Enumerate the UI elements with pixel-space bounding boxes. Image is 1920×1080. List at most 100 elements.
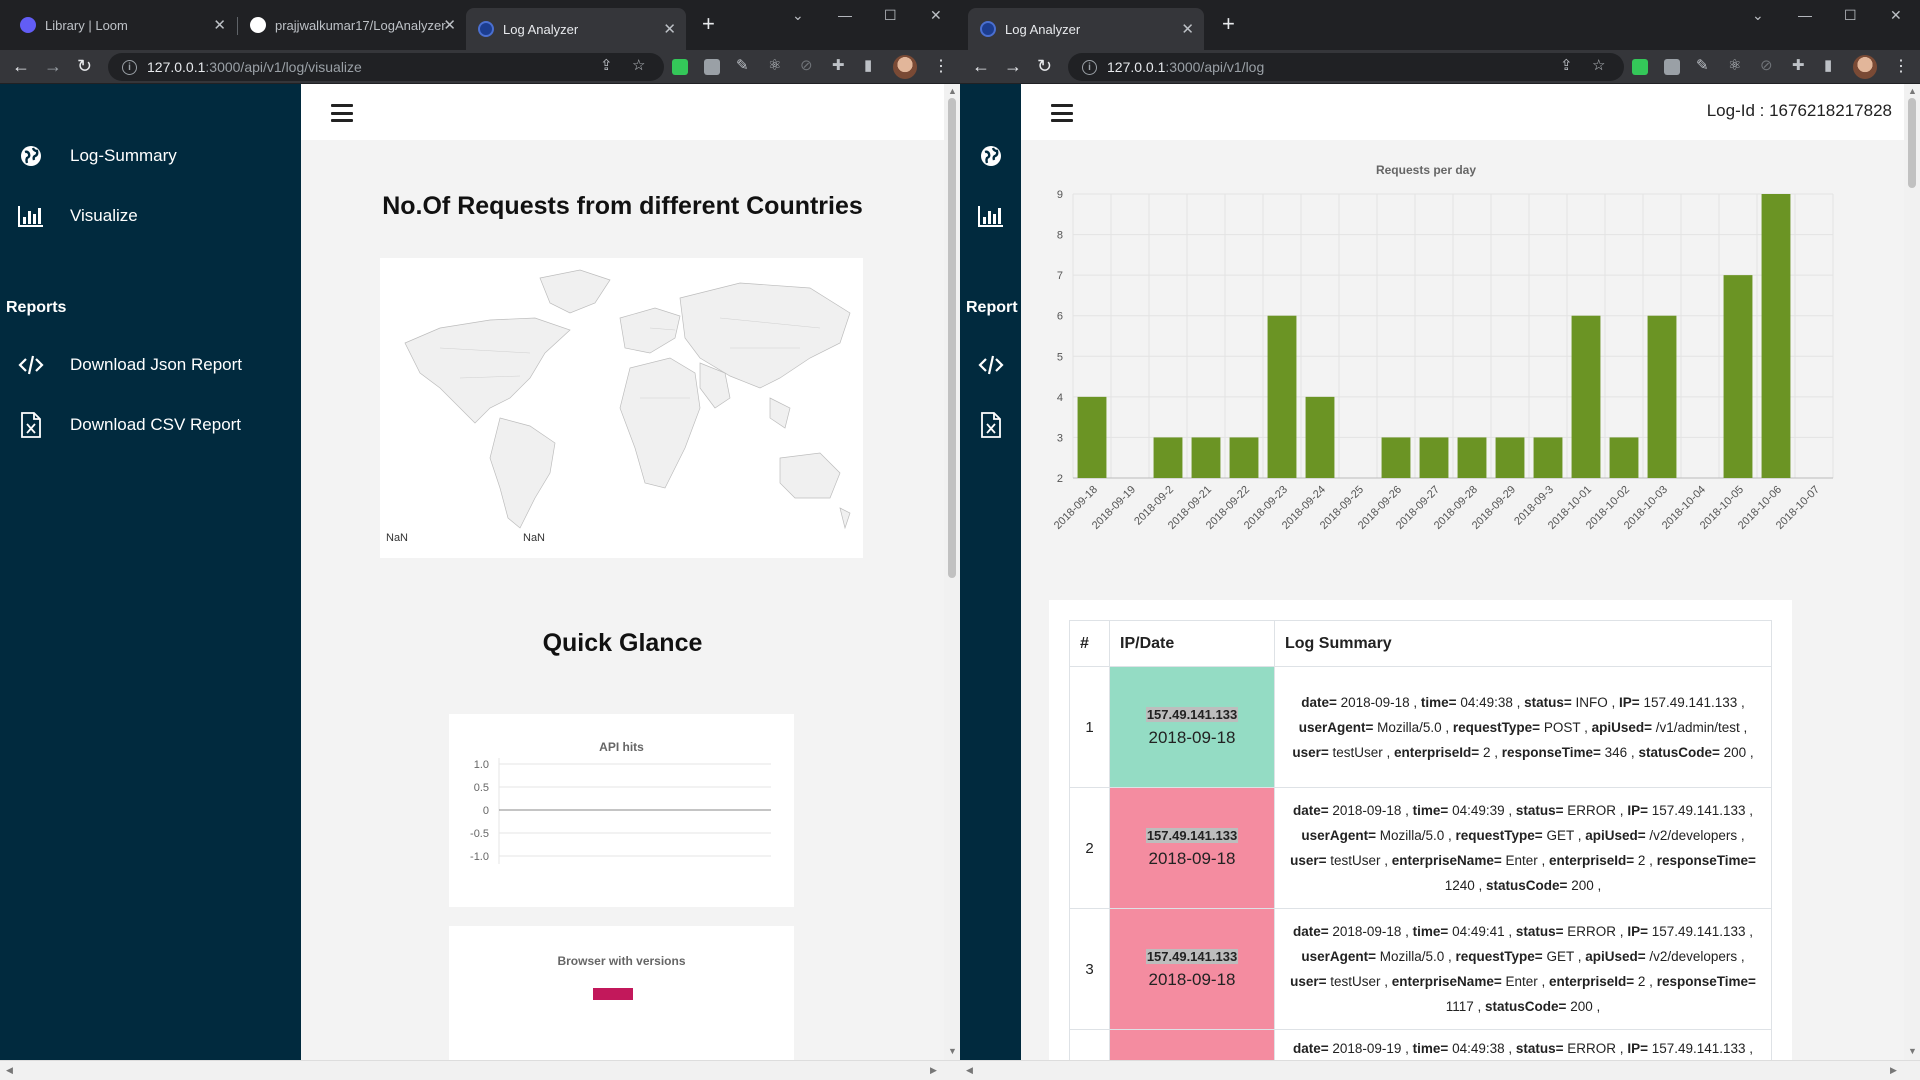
field-value: 157.49.141.133 , [1647,1041,1754,1056]
close-tab-icon[interactable]: ✕ [443,16,456,34]
extensions-puzzle-icon[interactable]: ✚ [1792,56,1805,74]
close-window-icon[interactable]: ✕ [1890,7,1902,24]
minimize-icon[interactable]: — [838,7,852,23]
bar-2018-09-27[interactable] [1419,437,1449,478]
share-icon[interactable]: ⇪ [1560,56,1573,74]
scrollbar-thumb[interactable] [948,98,956,578]
bar-2018-10-06[interactable] [1761,194,1791,478]
sidebar-item-visualize[interactable]: Visualize [18,196,138,236]
scroll-up-icon[interactable]: ▲ [948,86,957,96]
minimize-icon[interactable]: — [1798,7,1812,23]
y-tick: -1.0 [470,851,489,863]
hamburger-menu-icon[interactable] [1051,104,1073,122]
horizontal-scrollbar[interactable]: ◀ ▶ [0,1060,960,1080]
forward-icon[interactable]: → [44,55,62,77]
extension-icon[interactable] [704,59,720,75]
close-window-icon[interactable]: ✕ [930,7,942,24]
maximize-icon[interactable]: ☐ [884,7,897,24]
tab-search-icon[interactable]: ⌄ [1752,7,1764,24]
sidebar-item-download-csv[interactable] [978,405,1004,445]
world-map[interactable]: NaN NaN [380,258,863,558]
scroll-left-icon[interactable]: ◀ [966,1065,973,1076]
extension-icon[interactable] [672,59,688,75]
horizontal-scrollbar[interactable]: ◀ ▶ [960,1060,1920,1080]
tab-search-icon[interactable]: ⌄ [792,7,804,24]
bookmark-star-icon[interactable]: ☆ [1592,56,1605,74]
tab-log-analyzer[interactable]: Log Analyzer ✕ [968,8,1204,50]
scroll-right-icon[interactable]: ▶ [930,1065,937,1076]
vertical-scrollbar[interactable]: ▲ ▼ [1904,84,1920,1060]
extension-icon[interactable]: ⊘ [1760,56,1773,74]
side-panel-icon[interactable]: ▮ [1824,56,1832,74]
bar-2018-09-29[interactable] [1495,437,1525,478]
new-tab-icon[interactable]: + [702,13,715,35]
scrollbar-thumb[interactable] [1908,98,1916,188]
tab-github[interactable]: prajjwalkumar17/LogAnalyzer ✕ [238,8,466,42]
browser-legend-swatch[interactable] [593,988,633,1000]
hamburger-menu-icon[interactable] [331,104,353,122]
excel-file-icon [18,412,44,438]
address-bar[interactable]: i 127.0.0.1:3000/api/v1/log/visualize [108,53,664,81]
extensions-puzzle-icon[interactable]: ✚ [832,56,845,74]
bar-2018-09-18[interactable] [1077,396,1107,478]
bar-2018-10-03[interactable] [1647,315,1677,478]
scroll-right-icon[interactable]: ▶ [1890,1065,1897,1076]
site-info-icon[interactable]: i [1082,59,1097,75]
back-icon[interactable]: ← [972,55,990,77]
reload-icon[interactable]: ↻ [77,55,92,77]
bar-2018-10-01[interactable] [1571,315,1601,478]
bar-2018-09-21[interactable] [1191,437,1221,478]
extension-icon[interactable] [1664,59,1680,75]
scroll-down-icon[interactable]: ▼ [1908,1046,1917,1056]
bar-2018-09-22[interactable] [1229,437,1259,478]
tab-log-analyzer[interactable]: Log Analyzer ✕ [466,8,686,50]
pen-extension-icon[interactable]: ✎ [1696,56,1709,74]
reload-icon[interactable]: ↻ [1037,55,1052,77]
close-tab-icon[interactable]: ✕ [1181,20,1194,38]
sidebar-item-download-json[interactable] [978,345,1004,385]
bar-2018-09-23[interactable] [1267,315,1297,478]
field-key: apiUsed= [1591,719,1652,735]
field-value: 1117 , [1445,999,1486,1014]
bar-2018-09-24[interactable] [1305,396,1335,478]
sidebar-item-log-summary[interactable] [978,136,1004,176]
back-icon[interactable]: ← [12,55,30,77]
site-info-icon[interactable]: i [122,59,137,75]
vertical-scrollbar[interactable]: ▲ ▼ [944,84,960,1060]
extension-icon[interactable] [1632,59,1648,75]
bar-2018-10-05[interactable] [1723,275,1753,478]
tab-loom[interactable]: Library | Loom ✕ [8,8,236,42]
sidebar-item-download-csv[interactable]: Download CSV Report [18,405,241,445]
bar-2018-09-2[interactable] [1153,437,1183,478]
scroll-up-icon[interactable]: ▲ [1908,86,1917,96]
scroll-left-icon[interactable]: ◀ [6,1065,13,1076]
pen-extension-icon[interactable]: ✎ [736,56,749,74]
profile-avatar[interactable] [893,55,917,79]
extension-icon[interactable]: ⊘ [800,56,813,74]
bookmark-star-icon[interactable]: ☆ [632,56,645,74]
maximize-icon[interactable]: ☐ [1844,7,1857,24]
close-tab-icon[interactable]: ✕ [663,20,676,38]
menu-kebab-icon[interactable]: ⋮ [1893,56,1909,76]
sidebar-item-log-summary[interactable]: Log-Summary [18,136,177,176]
sidebar-item-download-json[interactable]: Download Json Report [18,345,242,385]
sidebar-item-visualize[interactable] [978,196,1004,236]
menu-kebab-icon[interactable]: ⋮ [933,56,949,76]
bar-2018-09-28[interactable] [1457,437,1487,478]
y-tick: -0.5 [470,828,489,840]
close-tab-icon[interactable]: ✕ [213,16,226,34]
forward-icon[interactable]: → [1004,55,1022,77]
react-devtools-icon[interactable]: ⚛ [768,56,781,74]
profile-avatar[interactable] [1853,55,1877,79]
address-bar[interactable]: i 127.0.0.1:3000/api/v1/log [1068,53,1624,81]
bar-2018-09-3[interactable] [1533,437,1563,478]
side-panel-icon[interactable]: ▮ [864,56,872,74]
new-tab-icon[interactable]: + [1222,13,1235,35]
tab-label: Log Analyzer [1005,21,1081,37]
bar-2018-10-02[interactable] [1609,437,1639,478]
share-icon[interactable]: ⇪ [600,56,613,74]
scroll-down-icon[interactable]: ▼ [948,1046,957,1056]
bar-2018-09-26[interactable] [1381,437,1411,478]
field-key: time= [1412,803,1449,818]
react-devtools-icon[interactable]: ⚛ [1728,56,1741,74]
